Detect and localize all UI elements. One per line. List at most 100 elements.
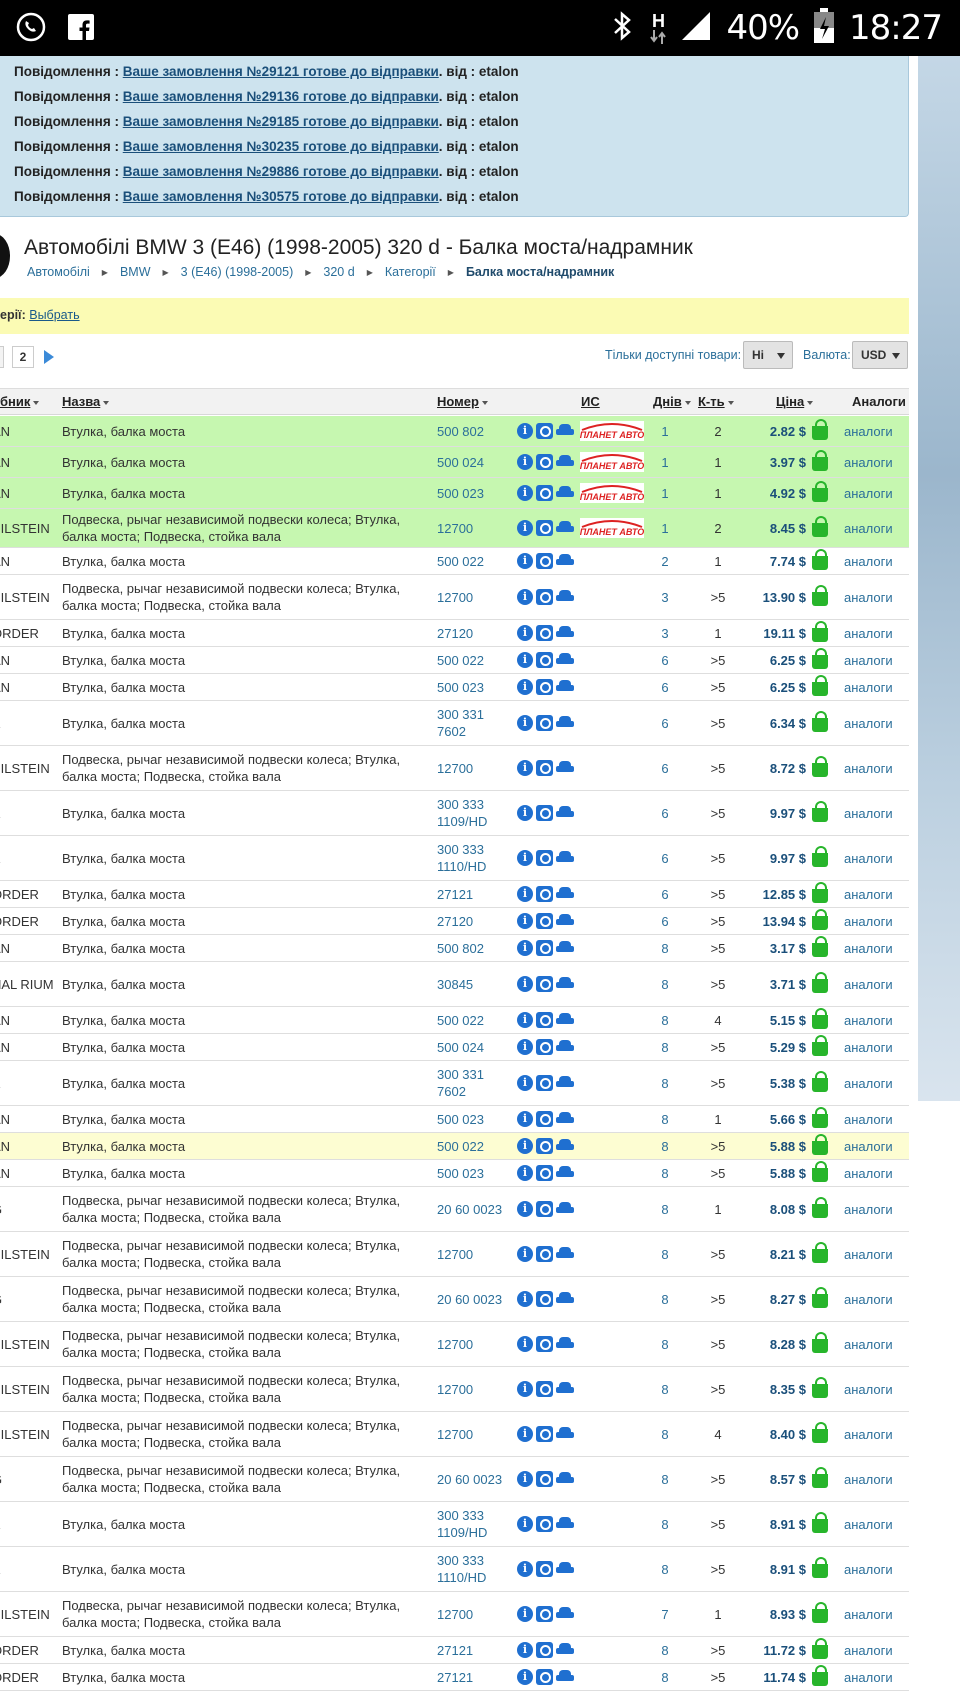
page-prev-button[interactable]: [0, 346, 4, 368]
info-icon[interactable]: i: [517, 1516, 533, 1532]
col-number[interactable]: Номер: [437, 394, 488, 409]
next-page-icon[interactable]: [44, 350, 54, 364]
car-icon[interactable]: [556, 1427, 574, 1441]
car-icon[interactable]: [556, 521, 574, 535]
camera-icon[interactable]: [536, 886, 553, 902]
part-number-link[interactable]: 12700: [437, 1412, 515, 1456]
camera-icon[interactable]: [536, 625, 553, 641]
analogs-link[interactable]: аналоги: [844, 1106, 904, 1132]
camera-icon[interactable]: [536, 913, 553, 929]
part-number-link[interactable]: 300 333 1110/HD: [437, 836, 515, 880]
info-icon[interactable]: i: [517, 976, 533, 992]
car-icon[interactable]: [556, 1076, 574, 1090]
basket-icon[interactable]: [812, 1196, 828, 1218]
part-number-link[interactable]: 300 333 1109/HD: [437, 1502, 515, 1546]
camera-icon[interactable]: [536, 485, 553, 501]
part-number-link[interactable]: 27121: [437, 881, 515, 907]
info-icon[interactable]: i: [517, 1201, 533, 1217]
analogs-link[interactable]: аналоги: [844, 1034, 904, 1060]
camera-icon[interactable]: [536, 1669, 553, 1685]
camera-icon[interactable]: [536, 1561, 553, 1577]
part-number-link[interactable]: 500 023: [437, 674, 515, 700]
breadcrumb-engine[interactable]: 320 d: [323, 265, 354, 279]
basket-icon[interactable]: [812, 1133, 828, 1155]
info-icon[interactable]: i: [517, 679, 533, 695]
info-icon[interactable]: i: [517, 760, 533, 776]
info-icon[interactable]: i: [517, 1471, 533, 1487]
breadcrumb-brand[interactable]: BMW: [120, 265, 151, 279]
analogs-link[interactable]: аналоги: [844, 1232, 904, 1276]
basket-icon[interactable]: [812, 1007, 828, 1029]
info-icon[interactable]: i: [517, 1381, 533, 1397]
basket-icon[interactable]: [812, 800, 828, 822]
car-icon[interactable]: [556, 486, 574, 500]
part-number-link[interactable]: 500 022: [437, 548, 515, 574]
car-icon[interactable]: [556, 1247, 574, 1261]
camera-icon[interactable]: [536, 1642, 553, 1658]
analogs-link[interactable]: аналоги: [844, 575, 904, 619]
camera-icon[interactable]: [536, 454, 553, 470]
car-icon[interactable]: [556, 424, 574, 438]
basket-icon[interactable]: [812, 1511, 828, 1533]
analogs-link[interactable]: аналоги: [844, 1277, 904, 1321]
part-number-link[interactable]: 500 023: [437, 478, 515, 508]
part-number-link[interactable]: 300 333 1110/HD: [437, 1547, 515, 1591]
car-icon[interactable]: [556, 653, 574, 667]
analogs-link[interactable]: аналоги: [844, 836, 904, 880]
camera-icon[interactable]: [536, 805, 553, 821]
part-number-link[interactable]: 12700: [437, 746, 515, 790]
car-icon[interactable]: [556, 1040, 574, 1054]
part-number-link[interactable]: 300 333 1109/HD: [437, 791, 515, 835]
basket-icon[interactable]: [812, 710, 828, 732]
analogs-link[interactable]: аналоги: [844, 478, 904, 508]
camera-icon[interactable]: [536, 1012, 553, 1028]
camera-icon[interactable]: [536, 1246, 553, 1262]
car-icon[interactable]: [556, 1013, 574, 1027]
part-number-link[interactable]: 500 022: [437, 1133, 515, 1159]
part-number-link[interactable]: 500 022: [437, 647, 515, 673]
part-number-link[interactable]: 500 023: [437, 1160, 515, 1186]
basket-icon[interactable]: [812, 584, 828, 606]
basket-icon[interactable]: [812, 1034, 828, 1056]
camera-icon[interactable]: [536, 652, 553, 668]
analogs-link[interactable]: аналоги: [844, 1664, 904, 1690]
analogs-link[interactable]: аналоги: [844, 548, 904, 574]
camera-icon[interactable]: [536, 553, 553, 569]
part-number-link[interactable]: 500 802: [437, 416, 515, 446]
analogs-link[interactable]: аналоги: [844, 791, 904, 835]
info-icon[interactable]: i: [517, 850, 533, 866]
camera-icon[interactable]: [536, 1039, 553, 1055]
basket-icon[interactable]: [812, 908, 828, 930]
currency-select[interactable]: USD: [852, 341, 908, 369]
col-manufacturer[interactable]: бник: [0, 394, 40, 409]
part-number-link[interactable]: 12700: [437, 1592, 515, 1636]
info-icon[interactable]: i: [517, 1606, 533, 1622]
info-icon[interactable]: i: [517, 805, 533, 821]
car-icon[interactable]: [556, 455, 574, 469]
analogs-link[interactable]: аналоги: [844, 1061, 904, 1105]
order-ready-link[interactable]: Ваше замовлення №29121 готове до відправ…: [123, 64, 439, 79]
part-number-link[interactable]: 20 60 0023: [437, 1457, 515, 1501]
analogs-link[interactable]: аналоги: [844, 908, 904, 934]
analogs-link[interactable]: аналоги: [844, 1007, 904, 1033]
part-number-link[interactable]: 12700: [437, 1232, 515, 1276]
breadcrumb-model[interactable]: 3 (E46) (1998-2005): [181, 265, 294, 279]
car-icon[interactable]: [556, 1517, 574, 1531]
info-icon[interactable]: i: [517, 1246, 533, 1262]
basket-icon[interactable]: [812, 845, 828, 867]
analogs-link[interactable]: аналоги: [844, 1412, 904, 1456]
info-icon[interactable]: i: [517, 886, 533, 902]
order-ready-link[interactable]: Ваше замовлення №29886 готове до відправ…: [123, 164, 439, 179]
part-number-link[interactable]: 27120: [437, 908, 515, 934]
part-number-link[interactable]: 500 022: [437, 1007, 515, 1033]
car-icon[interactable]: [556, 1166, 574, 1180]
basket-icon[interactable]: [812, 1331, 828, 1353]
info-icon[interactable]: i: [517, 1111, 533, 1127]
camera-icon[interactable]: [536, 1075, 553, 1091]
analogs-link[interactable]: аналоги: [844, 674, 904, 700]
info-icon[interactable]: i: [517, 1669, 533, 1685]
car-icon[interactable]: [556, 851, 574, 865]
analogs-link[interactable]: аналоги: [844, 509, 904, 547]
basket-icon[interactable]: [812, 1421, 828, 1443]
info-icon[interactable]: i: [517, 1165, 533, 1181]
